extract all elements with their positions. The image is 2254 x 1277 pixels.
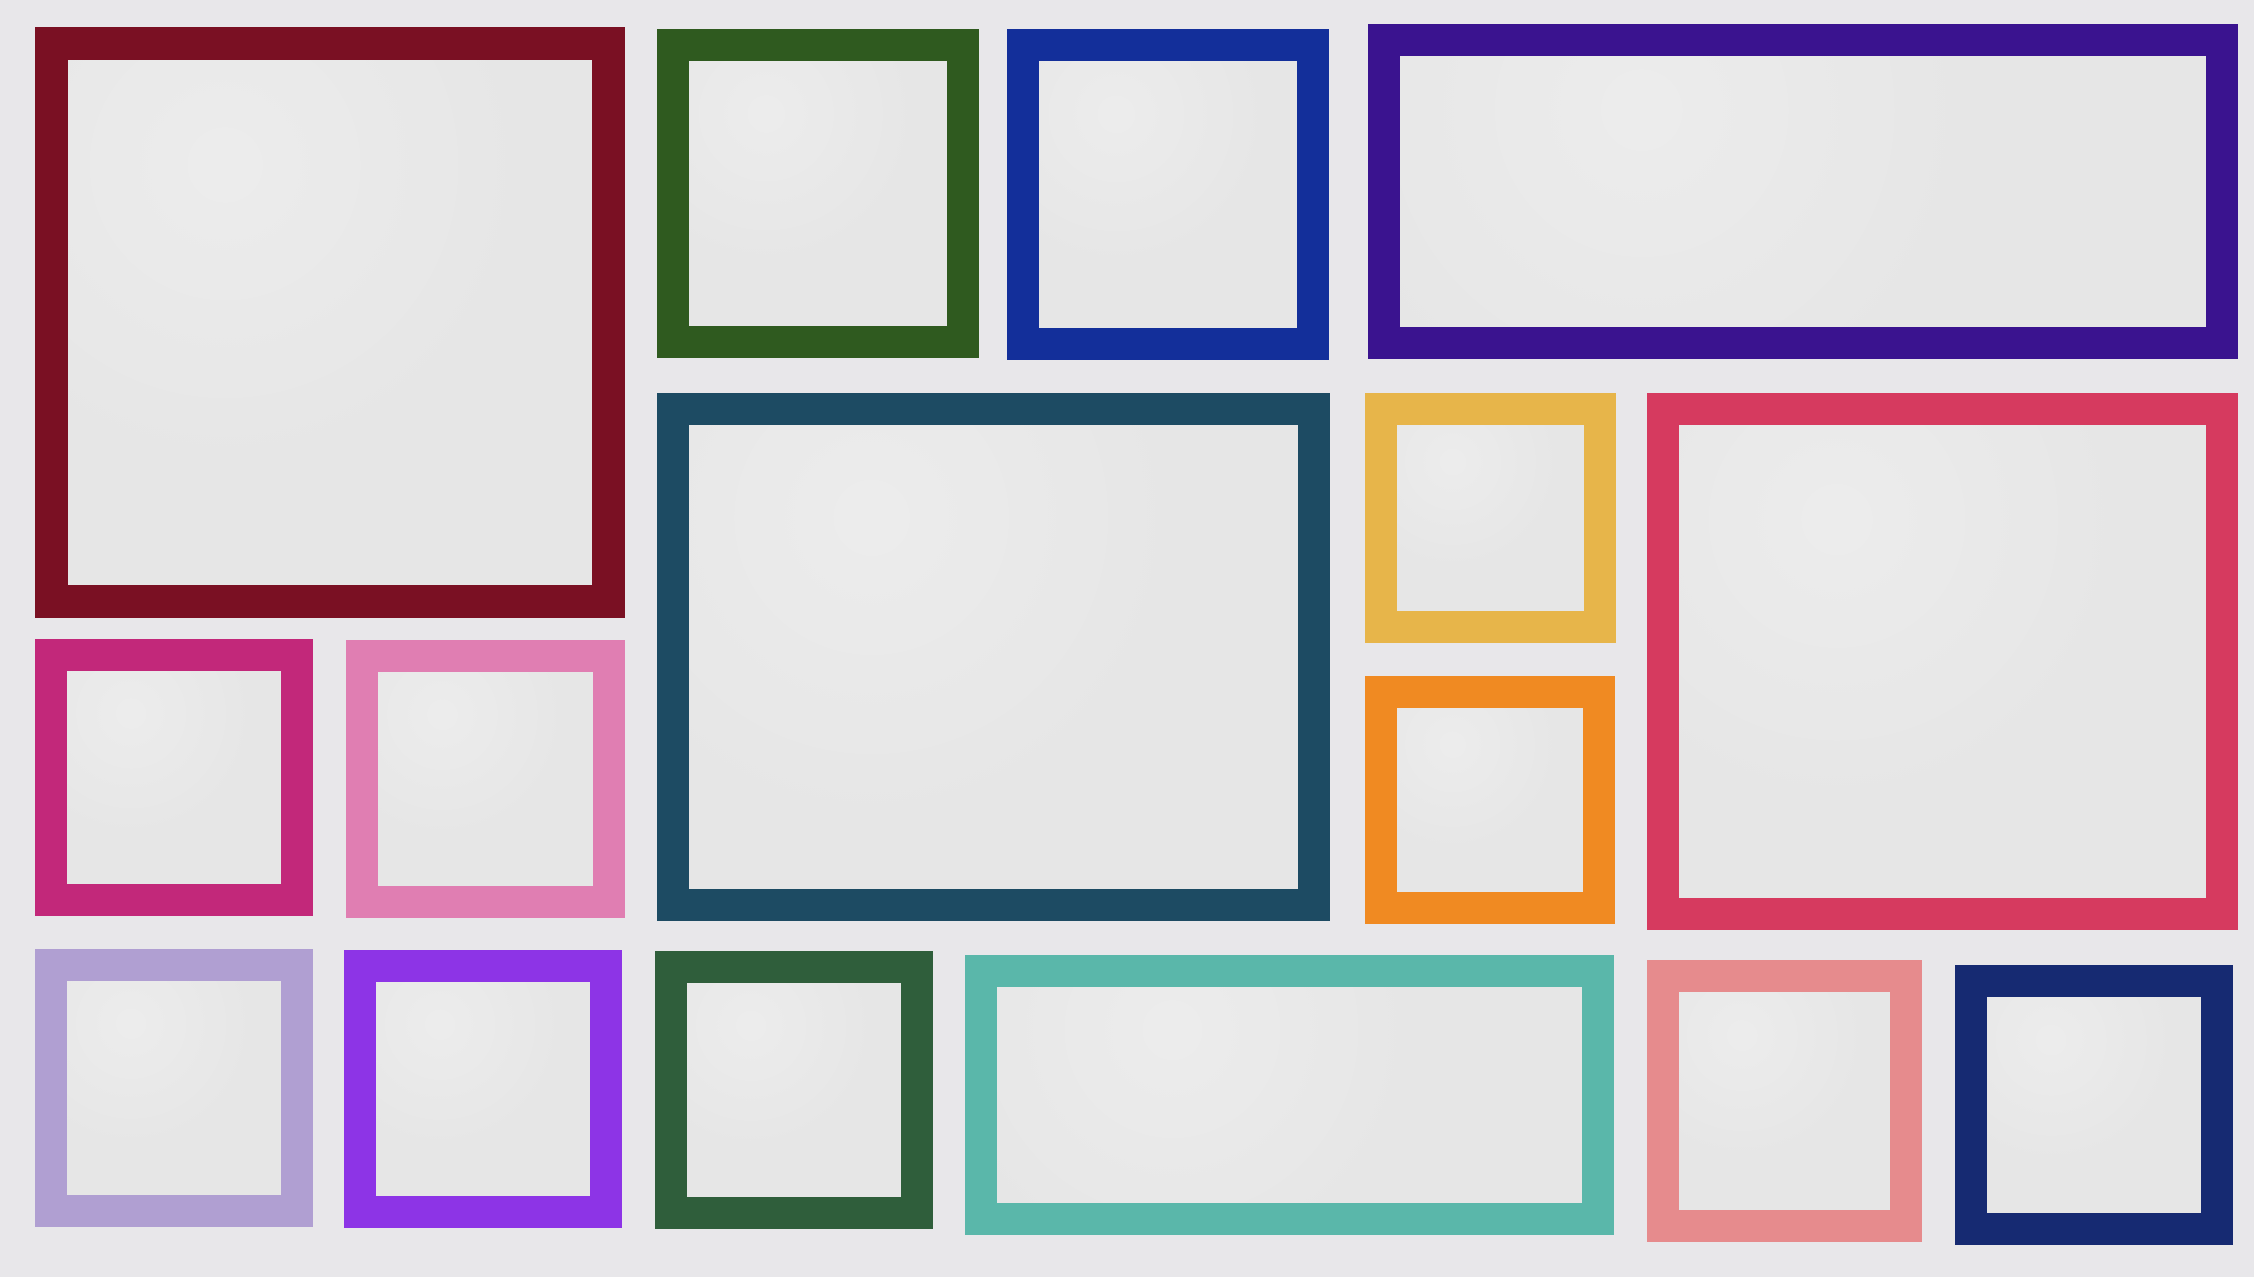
tile-blue[interactable] — [1007, 29, 1329, 360]
tile-teal-navy[interactable] — [657, 393, 1330, 921]
tile-dark-red[interactable] — [35, 27, 625, 618]
tile-grid — [0, 0, 2254, 1277]
tile-navy[interactable] — [1955, 965, 2233, 1245]
tile-orange[interactable] — [1365, 676, 1615, 924]
tile-lavender[interactable] — [35, 949, 313, 1227]
tile-mustard[interactable] — [1365, 393, 1616, 643]
tile-dark-green[interactable] — [655, 951, 933, 1229]
tile-green[interactable] — [657, 29, 979, 358]
tile-purple[interactable] — [1368, 24, 2238, 359]
tile-aqua[interactable] — [965, 955, 1614, 1235]
tile-magenta[interactable] — [35, 639, 313, 916]
tile-salmon[interactable] — [1647, 960, 1922, 1242]
tile-red-pink[interactable] — [1647, 393, 2238, 930]
tile-pink[interactable] — [346, 640, 625, 918]
tile-violet[interactable] — [344, 950, 622, 1228]
